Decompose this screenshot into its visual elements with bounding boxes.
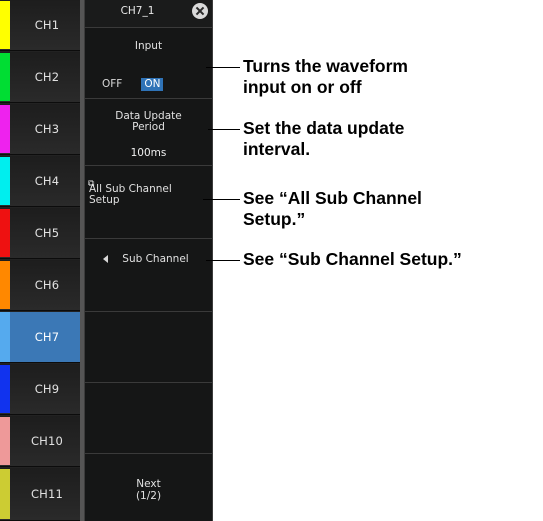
toggle-on-option: ON xyxy=(141,78,164,91)
callout-input-line1: Turns the waveform xyxy=(243,56,408,76)
callout-leader-sub xyxy=(206,260,240,261)
data-update-label-line2: Period xyxy=(132,121,165,133)
all-sub-channel-setup-label: All Sub Channel Setup xyxy=(89,184,212,206)
channel-tab-ch9[interactable]: CH9 xyxy=(0,364,80,415)
channel-tab-ch4[interactable]: CH4 xyxy=(0,156,80,207)
channel-tab-ch11[interactable]: CH11 xyxy=(0,468,80,521)
next-label-line2: (1/2) xyxy=(135,490,162,502)
empty-softkey-2 xyxy=(85,383,212,454)
close-icon[interactable] xyxy=(192,3,208,19)
channel-tab-ch3[interactable]: CH3 xyxy=(0,104,80,155)
callout-sub: See “Sub Channel Setup.” xyxy=(243,249,462,269)
channel-label: CH9 xyxy=(34,382,60,396)
callout-leader-period xyxy=(208,129,240,130)
channel-tab-ch10[interactable]: CH10 xyxy=(0,416,80,467)
input-label: Input xyxy=(134,40,163,52)
empty-softkey-1 xyxy=(85,312,212,383)
channel-color-strip xyxy=(0,469,10,519)
channel-tab-ch1[interactable]: CH1 xyxy=(0,0,80,51)
channel-color-strip xyxy=(0,417,10,465)
callout-allsub-line1: See “All Sub Channel xyxy=(243,188,422,208)
channel-label: CH7 xyxy=(34,330,60,344)
callout-input: Turns the waveform input on or off xyxy=(243,56,408,98)
channel-label: CH4 xyxy=(34,174,60,188)
callout-leader-allsub xyxy=(203,199,240,200)
channel-label: CH11 xyxy=(30,487,64,501)
channel-color-strip xyxy=(0,261,10,309)
all-sub-channel-setup-softkey[interactable]: ⧉ All Sub Channel Setup xyxy=(85,166,212,239)
next-label-line1: Next xyxy=(136,478,161,490)
channel-tab-ch7[interactable]: CH7 xyxy=(0,312,80,363)
next-page-softkey[interactable]: Next (1/2) xyxy=(85,454,212,521)
channel-color-strip xyxy=(0,1,10,49)
channel-label: CH10 xyxy=(30,434,64,448)
callout-leader-input xyxy=(206,67,240,68)
callout-period: Set the data update interval. xyxy=(243,118,404,160)
callout-allsub: See “All Sub Channel Setup.” xyxy=(243,188,422,230)
channel-color-strip xyxy=(0,312,10,362)
channel-color-strip xyxy=(0,365,10,413)
callout-period-line2: interval. xyxy=(243,139,311,159)
channel-color-strip xyxy=(0,53,10,101)
all-sub-label-line2: Setup xyxy=(89,194,120,206)
channel-label: CH2 xyxy=(34,70,60,84)
channel-tab-ch2[interactable]: CH2 xyxy=(0,52,80,103)
channel-label: CH6 xyxy=(34,278,60,292)
callout-input-line2: input on or off xyxy=(243,77,362,97)
channel-color-strip xyxy=(0,209,10,257)
toggle-off-option: OFF xyxy=(102,78,123,90)
channel-label: CH5 xyxy=(34,226,60,240)
channel-color-strip xyxy=(0,157,10,205)
channel-tab-ch5[interactable]: CH5 xyxy=(0,208,80,259)
channel-tab-ch6[interactable]: CH6 xyxy=(0,260,80,311)
input-softkey[interactable]: Input OFF ON xyxy=(85,28,212,99)
callout-allsub-line2: Setup.” xyxy=(243,209,306,229)
data-update-period-softkey[interactable]: Data Update Period 100ms xyxy=(85,99,212,166)
channel-label: CH1 xyxy=(34,18,60,32)
sub-channel-softkey[interactable]: Sub Channel xyxy=(85,239,212,312)
softkey-menu-panel: CH7_1 Input OFF ON Data Update Period 100… xyxy=(84,0,213,521)
data-update-period-value: 100ms xyxy=(130,147,167,159)
menu-header: CH7_1 xyxy=(85,0,212,28)
sub-channel-label: Sub Channel xyxy=(122,253,189,265)
menu-title: CH7_1 xyxy=(120,5,155,17)
data-update-period-label: Data Update Period xyxy=(85,111,212,133)
next-page-label: Next (1/2) xyxy=(85,478,212,502)
channel-label: CH3 xyxy=(34,122,60,136)
channel-rail: CH1 CH2 CH3 CH4 CH5 CH6 CH7 CH9 CH10 CH1… xyxy=(0,0,80,521)
callout-period-line1: Set the data update xyxy=(243,118,405,138)
input-toggle[interactable]: OFF ON xyxy=(99,78,164,91)
channel-color-strip xyxy=(0,105,10,153)
